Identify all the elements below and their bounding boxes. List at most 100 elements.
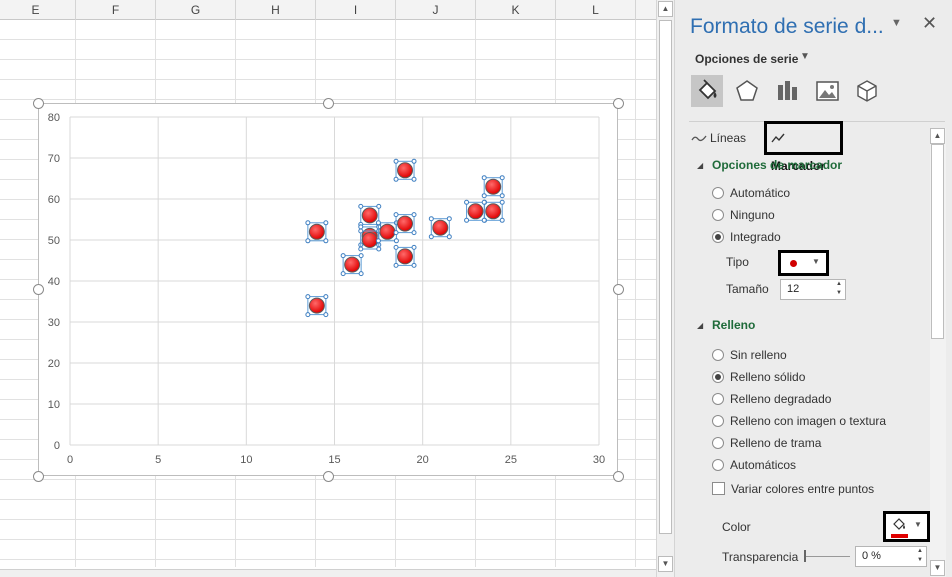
- point-handle: [446, 216, 452, 222]
- chart-resize-handle-tm[interactable]: [323, 98, 334, 109]
- scroll-up-icon[interactable]: ▲: [658, 1, 673, 17]
- tab-marker[interactable]: Marcador: [764, 121, 843, 173]
- collapse-triangle-icon[interactable]: ◢: [697, 161, 703, 170]
- y-tick-label: 40: [48, 276, 60, 288]
- y-tick-label: 0: [54, 440, 60, 452]
- sheet-vertical-scrollbar[interactable]: ▲ ▼: [656, 0, 674, 577]
- point-handle: [428, 234, 434, 240]
- chart-resize-handle-mr[interactable]: [613, 284, 624, 295]
- radio-fill-none[interactable]: Sin relleno: [712, 347, 787, 363]
- scatter-point[interactable]: [308, 223, 325, 240]
- scatter-point[interactable]: [397, 248, 414, 265]
- point-handle: [375, 220, 381, 226]
- radio-marker-builtin[interactable]: Integrado: [712, 229, 781, 245]
- bar-chart-icon[interactable]: [772, 76, 802, 106]
- scatter-point[interactable]: [397, 215, 414, 232]
- vary-colors-checkbox-row[interactable]: Variar colores entre puntos: [712, 481, 874, 497]
- column-header-row: EFGHIJKL: [0, 0, 656, 20]
- scatter-point[interactable]: [485, 203, 502, 220]
- cube-icon[interactable]: [852, 76, 882, 106]
- sheet-scroll-thumb[interactable]: [659, 20, 672, 534]
- chart-resize-handle-tr[interactable]: [613, 98, 624, 109]
- spinner-arrows-icon[interactable]: ▲ ▼: [914, 547, 926, 566]
- radio-fill-gradient[interactable]: Relleno degradado: [712, 391, 831, 407]
- scatter-point[interactable]: [308, 297, 325, 314]
- scatter-chart[interactable]: 0 10 20 30 40 50 60 70 80 0 5 10 15 20 25 30: [38, 103, 618, 476]
- chevron-down-icon[interactable]: ▼: [800, 51, 810, 62]
- column-header-J[interactable]: J: [396, 0, 476, 20]
- column-header-L[interactable]: L: [556, 0, 636, 20]
- column-header-F[interactable]: F: [76, 0, 156, 20]
- radio-button[interactable]: [712, 393, 724, 405]
- chart-resize-handle-bl[interactable]: [33, 471, 44, 482]
- tab-lines[interactable]: Líneas: [691, 128, 746, 148]
- scroll-down-icon[interactable]: ▼: [658, 556, 673, 572]
- radio-marker-none[interactable]: Ninguno: [712, 207, 775, 223]
- paint-bucket-icon[interactable]: [692, 76, 722, 106]
- scatter-point[interactable]: [379, 223, 396, 240]
- chart-resize-handle-bm[interactable]: [323, 471, 334, 482]
- radio-label: Automáticos: [730, 458, 797, 472]
- close-icon[interactable]: ✕: [922, 13, 937, 34]
- radio-button[interactable]: [712, 459, 724, 471]
- transparency-slider-handle[interactable]: [804, 550, 806, 562]
- transparency-slider-track[interactable]: [805, 556, 850, 557]
- format-series-pane: Formato de serie d... ▼ ✕ Opciones de se…: [674, 0, 952, 577]
- picture-icon[interactable]: [812, 76, 842, 106]
- radio-button[interactable]: [712, 231, 724, 243]
- point-handle: [393, 230, 399, 236]
- column-header-E[interactable]: E: [0, 0, 76, 20]
- scatter-point[interactable]: [361, 232, 378, 248]
- marker-options-heading[interactable]: Opciones de marcador: [712, 158, 842, 172]
- scatter-point[interactable]: [397, 162, 414, 179]
- column-header-K[interactable]: K: [476, 0, 556, 20]
- chart-resize-handle-ml[interactable]: [33, 284, 44, 295]
- vary-colors-checkbox[interactable]: [712, 482, 725, 495]
- fill-color-picker[interactable]: ▼: [883, 511, 930, 542]
- marker-type-dropdown[interactable]: ▼: [778, 250, 829, 276]
- pane-scroll-thumb[interactable]: [931, 144, 944, 339]
- scatter-point[interactable]: [432, 219, 449, 236]
- marker-size-spinner[interactable]: 12 ▲ ▼: [780, 279, 846, 300]
- scatter-point[interactable]: [485, 178, 502, 195]
- pentagon-effects-icon[interactable]: [732, 76, 762, 106]
- scatter-point[interactable]: [467, 203, 484, 220]
- spinner-arrows-icon[interactable]: ▲ ▼: [833, 280, 845, 299]
- column-header-G[interactable]: G: [156, 0, 236, 20]
- sheet-horizontal-scrollbar[interactable]: [0, 569, 656, 577]
- checkbox-label: Variar colores entre puntos: [731, 482, 875, 496]
- chevron-down-icon[interactable]: ▼: [891, 17, 902, 29]
- chart-resize-handle-tl[interactable]: [33, 98, 44, 109]
- scroll-down-icon[interactable]: ▼: [930, 560, 945, 576]
- radio-fill-pattern[interactable]: Relleno de trama: [712, 435, 821, 451]
- fill-heading[interactable]: Relleno: [712, 318, 755, 332]
- radio-fill-automatic[interactable]: Automáticos: [712, 457, 796, 473]
- column-header-H[interactable]: H: [236, 0, 316, 20]
- radio-marker-automatic[interactable]: Automático: [712, 185, 790, 201]
- pane-vertical-scrollbar[interactable]: ▲ ▼: [930, 128, 946, 577]
- scatter-point[interactable]: [344, 256, 361, 273]
- radio-button[interactable]: [712, 187, 724, 199]
- chart-resize-handle-br[interactable]: [613, 471, 624, 482]
- collapse-triangle-icon[interactable]: ◢: [697, 321, 703, 330]
- spreadsheet-area[interactable]: EFGHIJKL 0 10 20 30 40 50 60 70 80 0 5 10 15 20 25 30: [0, 0, 656, 577]
- transparency-spinner[interactable]: 0 % ▲ ▼: [855, 546, 927, 567]
- radio-button[interactable]: [712, 415, 724, 427]
- radio-button[interactable]: [712, 437, 724, 449]
- column-header-I[interactable]: I: [316, 0, 396, 20]
- radio-button[interactable]: [712, 349, 724, 361]
- point-handle: [499, 193, 505, 199]
- scatter-point[interactable]: [361, 207, 378, 224]
- radio-button[interactable]: [712, 209, 724, 221]
- radio-button[interactable]: [712, 371, 724, 383]
- point-handle: [305, 312, 311, 318]
- marker-size-label: Tamaño: [726, 282, 769, 296]
- x-tick-label: 5: [155, 454, 161, 466]
- radio-fill-solid[interactable]: Relleno sólido: [712, 369, 805, 385]
- point-handle: [393, 212, 399, 218]
- chart-plot-svg[interactable]: 0 10 20 30 40 50 60 70 80 0 5 10 15 20 25 30: [39, 104, 619, 477]
- scroll-up-icon[interactable]: ▲: [930, 128, 945, 144]
- radio-fill-picture[interactable]: Relleno con imagen o textura: [712, 413, 886, 429]
- series-options-dropdown[interactable]: Opciones de serie: [695, 52, 798, 66]
- y-tick-label: 70: [48, 153, 60, 165]
